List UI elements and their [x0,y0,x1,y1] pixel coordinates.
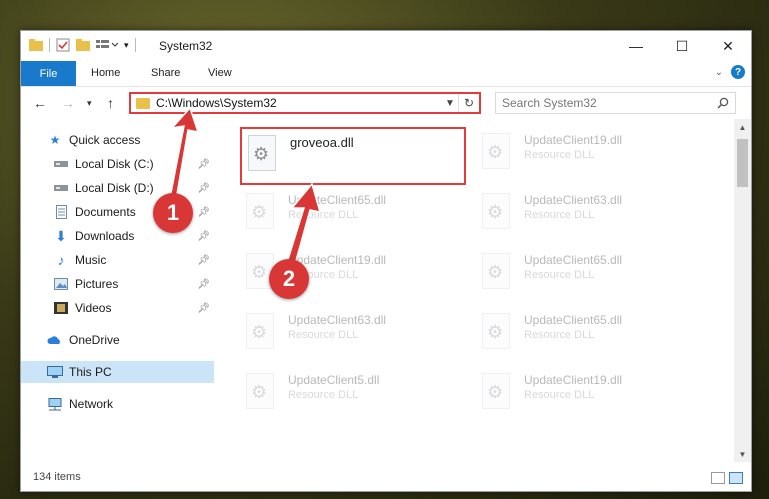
annotation-arrows [169,106,322,269]
step-2-badge: 2 [269,259,309,299]
step-1-badge: 1 [153,193,193,233]
arrow-2-icon [285,182,322,269]
arrow-1-icon [169,106,200,201]
